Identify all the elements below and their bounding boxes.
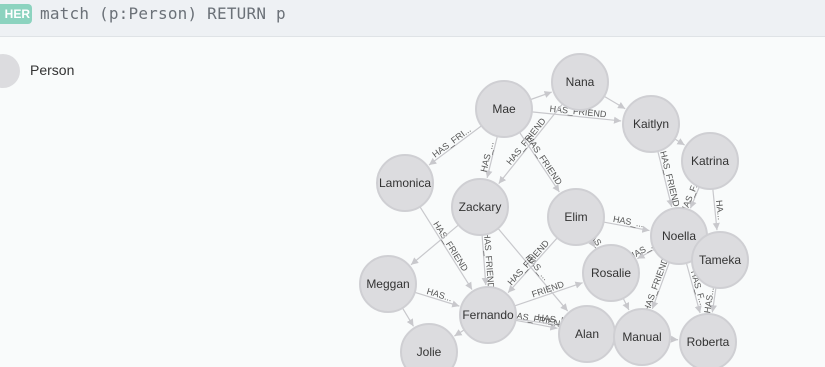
node-label: Katrina	[691, 154, 729, 168]
graph-node-manual[interactable]: Manual	[613, 308, 671, 366]
relationship-label: HAS_FRIEND	[641, 256, 670, 313]
node-label: Mae	[492, 102, 516, 116]
graph-node-kaitlyn[interactable]: Kaitlyn	[622, 95, 680, 153]
node-label: Tameka	[699, 253, 741, 267]
relationship-label: HAS_FRIEND	[658, 150, 682, 208]
graph-node-roberta[interactable]: Roberta	[679, 313, 737, 367]
query-input[interactable]: match (p:Person) RETURN p	[40, 3, 286, 25]
graph-visualization[interactable]: HAS_FRIEND HAS_FRI... HAS_... HAS_FRIEND HAS…	[0, 37, 825, 367]
relationship-label: HAS_FRIEND	[482, 232, 496, 290]
relationship-meggan-jolie[interactable]	[401, 307, 415, 327]
node-label: Meggan	[366, 277, 409, 291]
graph-node-katrina[interactable]: Katrina	[681, 132, 739, 190]
relationship-label: HAS...	[426, 286, 454, 303]
node-label: Noella	[662, 229, 696, 243]
relationship-label: HA...	[714, 200, 726, 221]
graph-node-rosalie[interactable]: Rosalie	[582, 244, 640, 302]
graph-node-elim[interactable]: Elim	[547, 188, 605, 246]
graph-node-lamonica[interactable]: Lamonica	[376, 154, 434, 212]
node-label: Fernando	[462, 308, 514, 322]
relationship-nana-kaitlyn[interactable]	[603, 95, 626, 110]
graph-node-alan[interactable]: Alan	[558, 305, 616, 363]
relationship-label: HAS_FRIEND	[524, 134, 564, 187]
relationship-label: HAS_...	[479, 141, 496, 174]
relationship-label: FRIEND	[530, 279, 565, 299]
relationship-manual-roberta[interactable]	[669, 335, 679, 343]
graph-node-nana[interactable]: Nana	[551, 53, 609, 111]
node-label: Alan	[575, 327, 599, 341]
relationship-mae-lamonica[interactable]	[428, 125, 482, 166]
relationship-mae-nana[interactable]	[530, 91, 552, 101]
graph-node-jolie[interactable]: Jolie	[400, 323, 458, 367]
query-language-badge: HER	[0, 4, 32, 24]
node-label: Jolie	[417, 345, 442, 359]
graph-node-tameka[interactable]: Tameka	[691, 231, 749, 289]
graph-node-mae[interactable]: Mae	[475, 80, 533, 138]
graph-node-meggan[interactable]: Meggan	[359, 255, 417, 313]
node-label: Lamonica	[379, 176, 431, 190]
node-label: Nana	[566, 75, 595, 89]
relationship-rosalie-manual[interactable]	[622, 297, 630, 311]
relationship-fernando-jolie[interactable]	[454, 329, 465, 337]
node-label: Roberta	[687, 335, 730, 349]
node-label: Kaitlyn	[633, 117, 669, 131]
node-label: Elim	[564, 210, 587, 224]
node-label: Zackary	[459, 200, 502, 214]
graph-node-fernando[interactable]: Fernando	[459, 286, 517, 344]
relationship-kaitlyn-katrina[interactable]	[674, 138, 685, 146]
node-label: Manual	[622, 330, 661, 344]
relationship-label: HAS_FRI...	[430, 124, 472, 159]
node-label: Rosalie	[591, 266, 631, 280]
graph-node-zackary[interactable]: Zackary	[451, 178, 509, 236]
query-editor-bar[interactable]: HER match (p:Person) RETURN p	[0, 0, 825, 37]
